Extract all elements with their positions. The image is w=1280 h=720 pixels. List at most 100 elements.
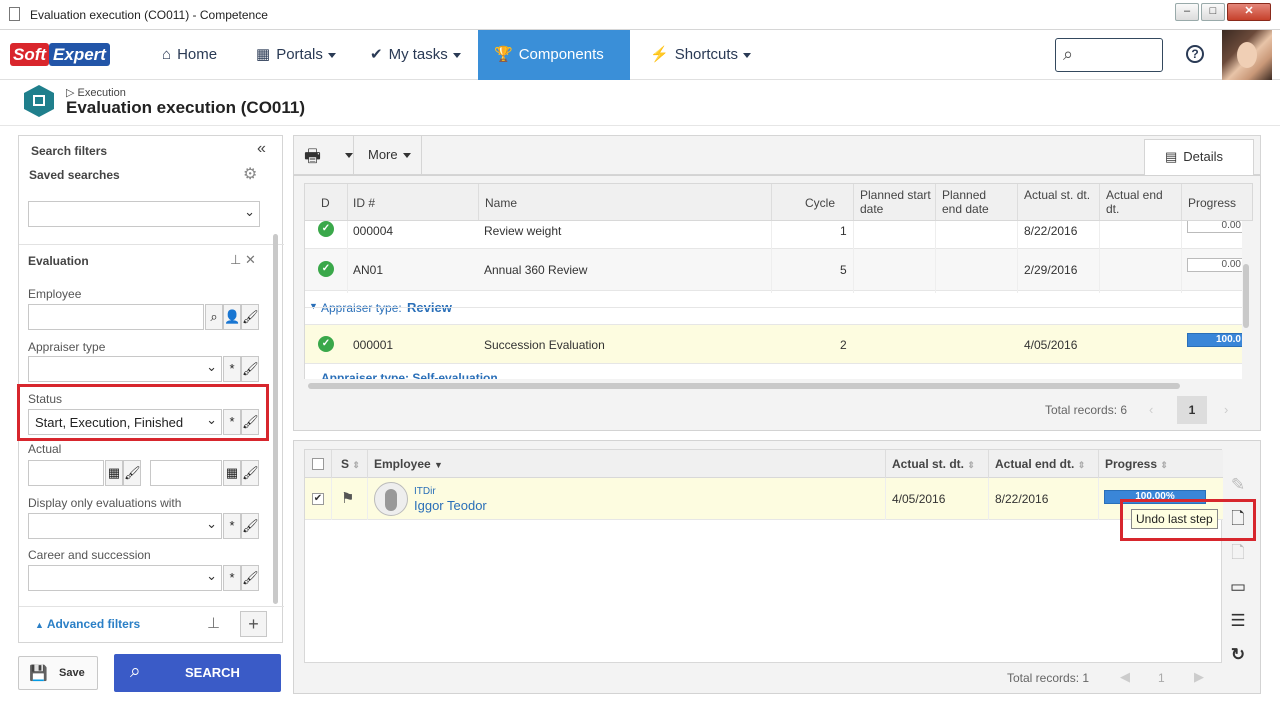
print-button[interactable]: 🖶 xyxy=(294,136,354,174)
user-avatar[interactable] xyxy=(1222,30,1272,80)
career-select[interactable]: ⌄ xyxy=(28,565,222,591)
select-all-checkbox[interactable] xyxy=(312,458,324,470)
minimize-button[interactable]: – xyxy=(1175,3,1199,21)
col-actual-end[interactable]: Actual end dt. ⇕ xyxy=(995,457,1085,471)
vertical-scrollbar[interactable] xyxy=(1243,264,1249,328)
employee-field[interactable] xyxy=(28,304,204,330)
evaluation-section-title: Evaluation xyxy=(28,254,89,268)
asterisk-icon[interactable]: * xyxy=(223,565,241,591)
appraiser-type-select[interactable]: ⌄ xyxy=(28,356,222,382)
broom-icon[interactable]: ⊥ xyxy=(207,614,220,632)
global-search-input[interactable]: ⌕ xyxy=(1055,38,1163,72)
actual-start-field[interactable] xyxy=(28,460,104,486)
nav-components[interactable]: 🏆 Components xyxy=(478,30,630,108)
progress-bar: 0.00 xyxy=(1187,258,1242,272)
table-row[interactable]: ✓ 000004 Review weight 1 8/22/2016 0.00 xyxy=(305,221,1242,249)
page-number[interactable]: 1 xyxy=(1158,671,1165,685)
col-s[interactable]: S ⇕ xyxy=(341,457,360,471)
col-progress[interactable]: Progress ⇕ xyxy=(1105,457,1168,471)
nav-portals[interactable]: ▦ Portals xyxy=(256,30,336,80)
col-id[interactable]: ID # xyxy=(353,196,375,210)
table-row[interactable]: ✔ ⚑ ITDir Iggor Teodor 4/05/2016 8/22/20… xyxy=(305,478,1223,520)
search-icon[interactable]: ⌕ xyxy=(205,304,223,330)
softexpert-logo[interactable]: Soft Expert xyxy=(10,42,136,68)
table-row-highlighted[interactable]: ✓ 000001 Succession Evaluation 2 4/05/20… xyxy=(305,324,1242,364)
search-icon: ⌕ xyxy=(1063,44,1074,64)
row-name: Annual 360 Review xyxy=(484,263,588,277)
collapse-icon[interactable]: « xyxy=(257,140,266,158)
maximize-button[interactable]: □ xyxy=(1201,3,1225,21)
actual-end-field[interactable] xyxy=(150,460,222,486)
prev-page-icon[interactable]: ‹ xyxy=(1149,402,1153,417)
sort-icon: ⇕ xyxy=(352,460,360,470)
nav-mytasks[interactable]: ✔ My tasks xyxy=(370,30,461,80)
col-d[interactable]: D xyxy=(321,196,330,210)
col-employee[interactable]: Employee ▼ xyxy=(374,457,443,471)
employee-name[interactable]: Iggor Teodor xyxy=(414,498,487,513)
actual-label: Actual xyxy=(28,442,62,456)
next-page-icon[interactable]: › xyxy=(1224,402,1228,417)
clear-icon[interactable]: ⊥ xyxy=(230,252,241,268)
eraser-icon[interactable]: 🖌 xyxy=(123,460,141,486)
chevron-down-icon: ⌄ xyxy=(206,568,217,583)
asterisk-icon[interactable]: * xyxy=(223,356,241,382)
advanced-filters-link[interactable]: ▲ Advanced filters xyxy=(35,617,140,631)
eraser-icon[interactable]: 🖌 xyxy=(241,565,259,591)
eraser-icon[interactable]: 🖌 xyxy=(241,513,259,539)
col-planned-end[interactable]: Planned end date xyxy=(942,188,1008,216)
sort-desc-icon: ▼ xyxy=(434,460,443,470)
add-filter-button[interactable]: + xyxy=(240,611,267,637)
col-actual-end[interactable]: Actual end dt. xyxy=(1106,188,1172,216)
close-icon[interactable]: ✕ xyxy=(245,252,256,268)
window-view-icon[interactable]: ▭ xyxy=(1226,575,1250,599)
nav-home[interactable]: ⌂ Home xyxy=(162,30,217,80)
asterisk-icon[interactable]: * xyxy=(223,513,241,539)
nav-shortcuts[interactable]: ⚡ Shortcuts xyxy=(650,30,752,80)
col-planned-start[interactable]: Planned start date xyxy=(860,188,932,216)
page-number[interactable]: 1 xyxy=(1177,396,1207,424)
calendar-icon[interactable]: ▦ xyxy=(105,460,123,486)
evaluations-grid: D ID # Name Cycle Planned start date Pla… xyxy=(293,175,1261,431)
refresh-icon[interactable]: ↻ xyxy=(1226,643,1250,667)
eraser-icon[interactable]: 🖌 xyxy=(241,356,259,382)
table-icon: ▤ xyxy=(1165,149,1178,164)
undo-highlight-box xyxy=(1120,499,1256,541)
gear-icon[interactable]: ⚙ xyxy=(243,164,257,184)
help-button[interactable]: ? xyxy=(1186,45,1204,63)
close-button[interactable]: ✕ xyxy=(1227,3,1271,21)
user-icon[interactable]: 👤 xyxy=(223,304,241,330)
edit-icon[interactable]: ✎ xyxy=(1226,473,1250,497)
row-checkbox[interactable]: ✔ xyxy=(312,493,324,505)
panel-scrollbar[interactable] xyxy=(273,234,278,604)
more-menu[interactable]: More xyxy=(356,136,422,174)
chevron-down-icon: ⌄ xyxy=(244,204,255,219)
career-label: Career and succession xyxy=(28,548,151,562)
advanced-filters-label: Advanced filters xyxy=(46,617,141,631)
calendar-icon[interactable]: ▦ xyxy=(223,460,241,486)
table-row[interactable]: ✓ AN01 Annual 360 Review 5 2/29/2016 0.0… xyxy=(305,249,1242,291)
group-header[interactable]: ▼ Appraiser type: Review xyxy=(305,293,1242,323)
save-button[interactable]: 💾 Save xyxy=(18,656,98,690)
col-progress[interactable]: Progress xyxy=(1188,196,1236,210)
row-actual-end: 8/22/2016 xyxy=(995,492,1049,506)
page-title: Evaluation execution (CO011) xyxy=(66,98,306,117)
tab-details[interactable]: ▤ Details xyxy=(1144,139,1254,176)
col-cycle[interactable]: Cycle xyxy=(805,196,835,210)
eraser-icon[interactable]: 🖌 xyxy=(241,304,259,330)
list-icon[interactable]: ☰ xyxy=(1226,609,1250,633)
printer-icon: 🖶 xyxy=(304,146,321,166)
document-add-icon[interactable]: 🗋 xyxy=(1226,541,1250,565)
row-cycle: 5 xyxy=(840,263,847,277)
eraser-icon[interactable]: 🖌 xyxy=(241,460,259,486)
avatar-face xyxy=(1237,42,1257,68)
search-button[interactable]: ⌕ SEARCH xyxy=(114,654,281,692)
saved-searches-select[interactable]: ⌄ xyxy=(28,201,260,227)
col-name[interactable]: Name xyxy=(485,196,517,210)
next-page-icon[interactable]: ▶ xyxy=(1194,669,1204,685)
col-actual-end-label: Actual end dt. xyxy=(995,457,1075,471)
horizontal-scrollbar[interactable] xyxy=(308,383,1180,389)
col-actual-start[interactable]: Actual st. dt. ⇕ xyxy=(892,457,975,471)
col-actual-start[interactable]: Actual st. dt. xyxy=(1024,188,1096,202)
display-only-select[interactable]: ⌄ xyxy=(28,513,222,539)
prev-page-icon[interactable]: ◀ xyxy=(1120,669,1130,685)
